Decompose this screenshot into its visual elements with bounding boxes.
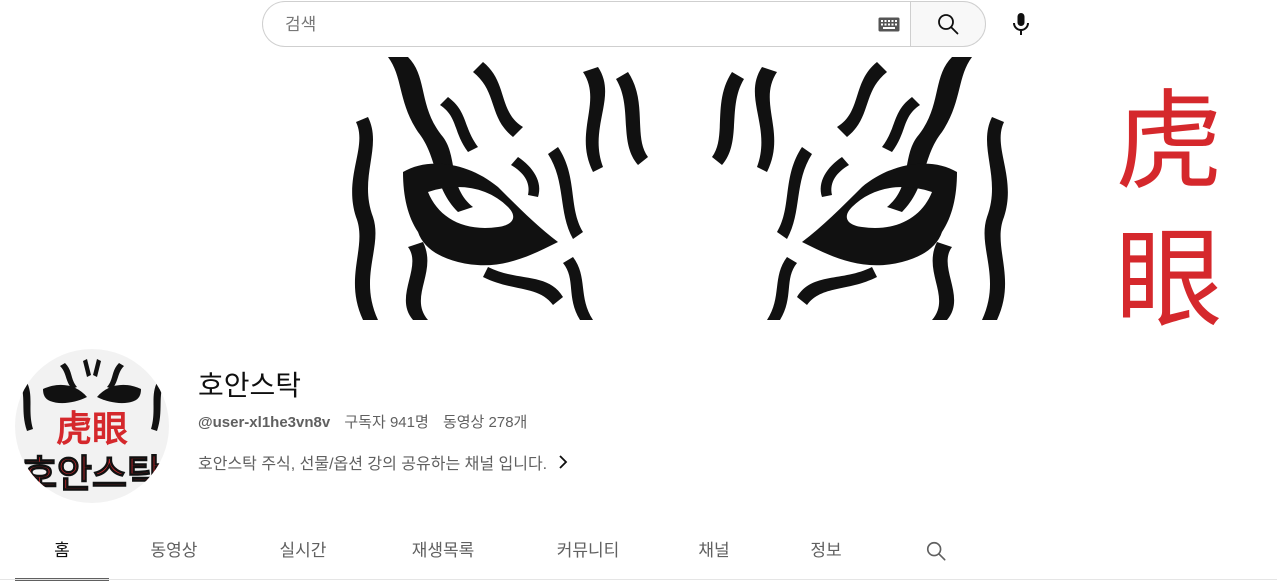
banner-hanja-top: 虎 [1114,80,1223,205]
channel-tabs: 홈 동영상 실시간 재생목록 커뮤니티 채널 정보 [15,524,1277,581]
chevron-right-icon [559,455,568,469]
keyboard-icon[interactable] [878,17,900,32]
tab-home[interactable]: 홈 [15,524,109,581]
subscriber-count: 구독자 941명 [344,414,429,431]
tiger-eyes-art [352,57,1008,320]
search-icon [926,541,946,561]
search-box[interactable] [262,1,910,48]
tab-community[interactable]: 커뮤니티 [539,524,637,580]
tab-channels[interactable]: 채널 [689,524,739,580]
logo-hanja: 虎眼 [56,408,128,450]
microphone-icon [1013,13,1029,35]
tab-search-button[interactable] [921,524,951,580]
channel-avatar[interactable]: 虎眼 호안스탁 [15,349,169,503]
video-count: 동영상 278개 [442,414,528,431]
banner-calligraphy: 虎 眼 [1104,74,1234,350]
tabs-divider [0,579,1277,580]
channel-description: 호안스탁 주식, 선물/옵션 강의 공유하는 채널 입니다. [198,456,548,473]
channel-name: 호안스탁 [198,370,302,401]
channel-handle: @user-xl1he3vn8v [198,414,331,431]
tab-about[interactable]: 정보 [801,524,851,580]
search-input[interactable] [283,2,867,48]
search-button[interactable] [910,1,986,47]
channel-banner [348,57,1012,320]
channel-logo: 虎眼 호안스탁 [15,349,169,503]
tab-live[interactable]: 실시간 [263,524,343,580]
banner-hanja-bottom: 眼 [1114,218,1223,343]
channel-meta: @user-xl1he3vn8v 구독자 941명 동영상 278개 [198,411,537,432]
logo-text: 호안스탁 [22,452,162,496]
voice-search-button[interactable] [1000,3,1042,45]
channel-description-link[interactable]: 호안스탁 주식, 선물/옵션 강의 공유하는 채널 입니다. [198,450,569,474]
tab-playlists[interactable]: 재생목록 [395,524,491,580]
tab-videos[interactable]: 동영상 [133,524,215,580]
search-icon [938,14,959,35]
